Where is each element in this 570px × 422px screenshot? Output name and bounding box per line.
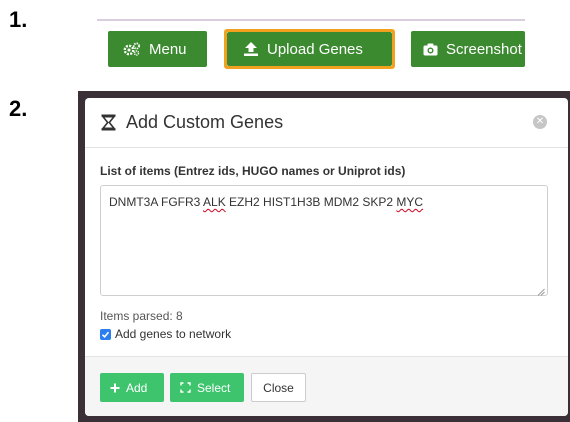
screenshot-button-label: Screenshot bbox=[446, 40, 522, 58]
add-to-network-checkbox[interactable] bbox=[100, 328, 111, 340]
close-button[interactable]: Close bbox=[251, 373, 306, 402]
add-button-label: Add bbox=[126, 380, 148, 395]
genes-text-flagged: ALK bbox=[203, 195, 226, 209]
close-icon[interactable]: ✕ bbox=[533, 115, 547, 129]
items-parsed-count: Items parsed: 8 bbox=[100, 309, 183, 323]
toolbar-divider bbox=[97, 19, 525, 21]
upload-genes-button[interactable]: Upload Genes bbox=[227, 32, 392, 66]
checkmark-icon bbox=[101, 331, 110, 338]
camera-icon bbox=[423, 43, 438, 56]
modal-footer: Add Select Close bbox=[85, 356, 568, 416]
select-icon bbox=[180, 382, 191, 393]
add-custom-genes-modal: Add Custom Genes ✕ List of items (Entrez… bbox=[85, 98, 568, 416]
plus-icon bbox=[110, 383, 120, 393]
upload-genes-label: Upload Genes bbox=[267, 40, 363, 58]
resize-grip-icon[interactable] bbox=[537, 285, 545, 296]
add-to-network-option[interactable]: Add genes to network bbox=[100, 327, 231, 341]
cogs-icon bbox=[123, 42, 141, 56]
menu-button[interactable]: Menu bbox=[108, 31, 207, 67]
genes-text-part: EZH2 HIST1H3B MDM2 SKP2 bbox=[225, 195, 397, 209]
upload-icon bbox=[243, 41, 259, 57]
menu-button-label: Menu bbox=[149, 40, 187, 58]
add-to-network-label: Add genes to network bbox=[115, 327, 232, 341]
modal-header: Add Custom Genes ✕ bbox=[85, 98, 568, 148]
genes-list-label: List of items (Entrez ids, HUGO names or… bbox=[100, 164, 406, 178]
hourglass-icon bbox=[101, 114, 116, 136]
genes-textarea[interactable]: DNMT3A FGFR3 ALK EZH2 HIST1H3B MDM2 SKP2… bbox=[100, 185, 548, 296]
step-two-label: 2. bbox=[9, 96, 28, 121]
genes-text-part: DNMT3A FGFR3 bbox=[109, 195, 204, 209]
step-one-label: 1. bbox=[9, 7, 28, 32]
modal-title: Add Custom Genes bbox=[126, 112, 284, 132]
select-button-label: Select bbox=[197, 380, 231, 395]
add-button[interactable]: Add bbox=[100, 373, 164, 402]
select-button[interactable]: Select bbox=[170, 373, 244, 402]
screenshot-button[interactable]: Screenshot bbox=[411, 31, 525, 67]
genes-text-flagged: MYC bbox=[396, 195, 424, 209]
